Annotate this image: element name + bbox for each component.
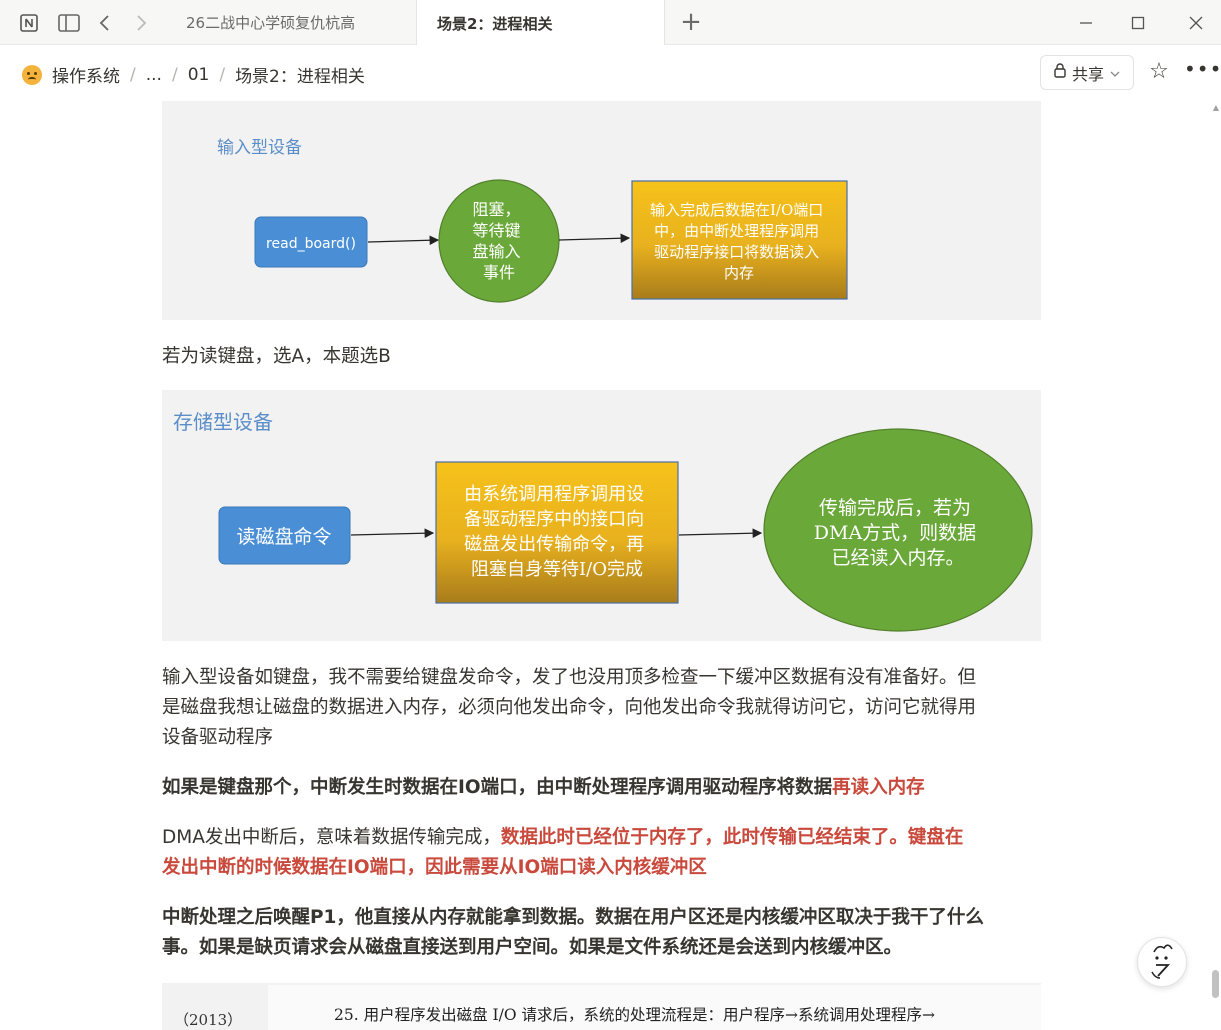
exam-year: （2013） (174, 1011, 243, 1029)
breadcrumb-bar: 操作系统 / ... / 01 / 场景2：进程相关 共享 ☆ ••• (0, 45, 1221, 101)
text-line: 中断处理之后唤醒P1，他直接从内存就能拿到数据。数据在用户区还是内核缓冲区取决于… (162, 907, 984, 928)
plain-text: DMA发出中断后，意味着数据传输完成， (162, 827, 501, 848)
highlight-text: 数据此时已经位于内存了，此时传输已经结束了。键盘在 (500, 827, 964, 848)
minimize-icon[interactable] (1066, 8, 1106, 38)
breadcrumb-separator: / (219, 64, 226, 85)
scrollbar-thumb[interactable] (1212, 970, 1219, 998)
share-button[interactable]: 共享 (1040, 55, 1134, 90)
wakeup-paragraph: 中断处理之后唤醒P1，他直接从内存就能拿到数据。数据在用户区还是内核缓冲区取决于… (162, 903, 1052, 963)
wait-keyboard-node (438, 179, 560, 303)
input-device-diagram-svg: 输入型设备 read_board() 阻塞， 等待键 盘输入 事件 输入完成后数… (217, 138, 848, 303)
breadcrumb-separator: / (171, 64, 178, 85)
breadcrumb-ellipsis[interactable]: ... (146, 65, 162, 85)
arrow-connector (678, 528, 763, 539)
arrow-connector (367, 235, 440, 246)
more-options-icon[interactable]: ••• (1184, 59, 1221, 85)
highlight-text: 发出中断的时候数据在IO端口，因此需要从IO端口读入内核缓冲区 (162, 857, 707, 878)
read-disk-command-label: 读磁盘命令 (236, 526, 331, 548)
bold-text: 如果是键盘那个，中断发生时数据在IO端口，由中断处理程序调用驱动程序将数据 (162, 777, 833, 798)
storage-device-diagram-svg: 存储型设备 读磁盘命令 由系统调用程序调用设 备驱动程序中的接口向 磁盘发出传输… (173, 410, 1033, 632)
favorite-star-icon[interactable]: ☆ (1146, 59, 1172, 85)
arrow-connector (558, 233, 631, 244)
scroll-up-arrow-icon[interactable]: ▲ (1211, 103, 1221, 115)
text-line: 设备驱动程序 (162, 727, 274, 748)
new-tab-plus-icon[interactable]: + (676, 8, 706, 38)
breadcrumb-current[interactable]: 场景2：进程相关 (235, 62, 365, 87)
text-line: 事。如果是缺页请求会从磁盘直接送到用户空间。如果是文件系统还是会送到内核缓冲区。 (162, 937, 903, 958)
answer-note: 若为读键盘，选A，本题选B (162, 346, 391, 367)
keyboard-interrupt-paragraph: 如果是键盘那个，中断发生时数据在IO端口，由中断处理程序调用驱动程序将数据再读入… (162, 773, 1052, 803)
maximize-icon[interactable] (1118, 8, 1158, 38)
breadcrumb-separator: / (130, 64, 136, 85)
tab-label: 26二战中心学硕复仇杭高 (186, 14, 356, 32)
share-label: 共享 (1071, 64, 1104, 84)
input-device-diagram: 输入型设备 read_board() 阻塞， 等待键 盘输入 事件 输入完成后数… (162, 101, 1041, 320)
diagram-title: 存储型设备 (173, 410, 273, 434)
page-emoji-icon (22, 64, 42, 85)
diagram-title: 输入型设备 (217, 138, 302, 158)
back-arrow-icon[interactable] (92, 10, 118, 36)
sidebar-toggle-icon[interactable] (56, 10, 82, 36)
breadcrumb-parent[interactable]: 01 (188, 65, 210, 85)
assistant-face-icon (1151, 944, 1173, 979)
exam-question-text: 25. 用户程序发出磁盘 I/O 请求后，系统的处理流程是：用户程序→系统调用处… (334, 1006, 935, 1024)
text-line: 是磁盘我想让磁盘的数据进入内存，必须向他发出命令，向他发出命令我就得访问它，访问… (162, 697, 977, 718)
exam-question-image: （2013） 25. 用户程序发出磁盘 I/O 请求后，系统的处理流程是：用户程… (162, 983, 1041, 1030)
notion-logo-icon[interactable] (16, 10, 42, 36)
text-line: 输入型设备如键盘，我不需要给键盘发命令，发了也没用顶多检查一下缓冲区数据有没有准… (162, 667, 977, 688)
lock-icon (1054, 63, 1066, 82)
tab-active[interactable]: 场景2：进程相关 (417, 0, 665, 46)
dma-paragraph: DMA发出中断后，意味着数据传输完成，数据此时已经位于内存了，此时传输已经结束了… (162, 823, 1052, 883)
highlight-text: 再读入内存 (832, 777, 925, 798)
page-content: 输入型设备 read_board() 阻塞， 等待键 盘输入 事件 输入完成后数… (0, 101, 1221, 1030)
forward-arrow-icon[interactable] (128, 10, 154, 36)
transfer-complete-label: 传输完成后，若为 DMA方式，则数据 已经读入内存。 (814, 497, 982, 569)
chevron-down-icon (1110, 63, 1120, 82)
help-assistant-button[interactable] (1137, 937, 1187, 987)
storage-device-diagram: 存储型设备 读磁盘命令 由系统调用程序调用设 备驱动程序中的接口向 磁盘发出传输… (162, 390, 1041, 641)
breadcrumb: 操作系统 / ... / 01 / 场景2：进程相关 (22, 62, 365, 87)
title-bar: 26二战中心学硕复仇杭高 场景2：进程相关 + (0, 0, 1221, 46)
tab-label: 场景2：进程相关 (437, 14, 553, 33)
scrollbar-track[interactable] (1211, 101, 1221, 1030)
explanation-paragraph: 输入型设备如键盘，我不需要给键盘发命令，发了也没用顶多检查一下缓冲区数据有没有准… (162, 663, 1052, 753)
read-board-label: read_board() (266, 236, 356, 252)
arrow-connector (350, 528, 435, 539)
close-icon[interactable] (1176, 8, 1216, 38)
breadcrumb-workspace[interactable]: 操作系统 (52, 62, 120, 87)
tab-inactive[interactable]: 26二战中心学硕复仇杭高 (166, 0, 417, 45)
